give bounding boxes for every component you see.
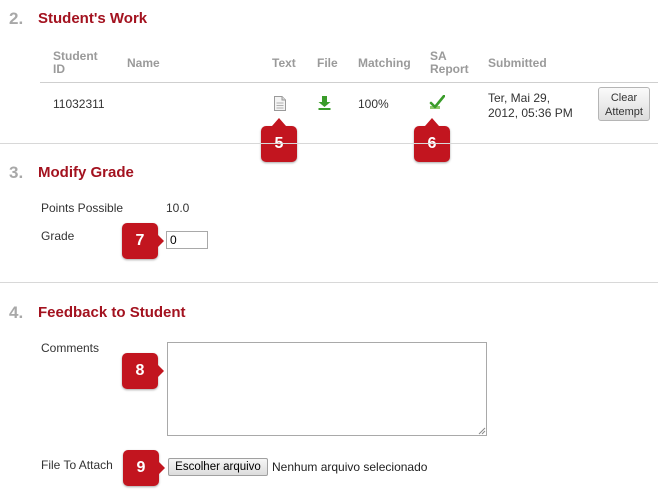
clear-attempt-button[interactable]: Clear Attempt [598,87,650,121]
choose-file-button[interactable]: Escolher arquivo [168,458,268,476]
comments-field-wrapper [167,342,487,436]
header-name: Name [127,56,160,70]
points-possible-label: Points Possible [41,201,124,215]
comments-label: Comments [41,341,100,355]
section-number-3: 3. [9,163,24,182]
file-to-attach-label: File To Attach [41,458,113,472]
section-title-students-work: Student's Work [38,10,148,27]
callout-8: 8 [122,353,164,389]
section-divider [0,143,658,144]
section-title-modify-grade: Modify Grade [38,164,134,181]
grade-input[interactable] [166,231,208,249]
header-matching: Matching [358,56,411,70]
check-report-icon[interactable] [429,94,446,116]
header-text: Text [272,56,296,70]
header-file: File [317,56,338,70]
header-sa-report: SA Report [430,49,469,76]
file-status-text: Nenhum arquivo selecionado [272,460,428,474]
header-student-id: Student ID [53,49,98,76]
section-number-2: 2. [9,9,24,28]
comments-textarea[interactable] [167,342,487,436]
resize-grip-icon[interactable] [478,427,486,435]
header-submitted: Submitted [488,56,547,70]
points-possible-value: 10.0 [166,201,190,215]
callout-9: 9 [123,450,165,486]
cell-matching: 100% [358,97,389,111]
cell-student-id: 11032311 [53,97,105,111]
document-icon[interactable] [274,96,286,116]
callout-6: 6 [414,118,450,162]
section-title-feedback: Feedback to Student [38,304,186,321]
table-header-divider [40,82,658,83]
callout-7: 7 [122,223,164,259]
section-number-4: 4. [9,303,24,322]
callout-5: 5 [261,118,297,162]
grade-label: Grade [41,229,75,243]
section-divider [0,282,658,283]
download-icon[interactable] [318,96,331,115]
cell-submitted: Ter, Mai 29, 2012, 05:36 PM [488,91,573,120]
